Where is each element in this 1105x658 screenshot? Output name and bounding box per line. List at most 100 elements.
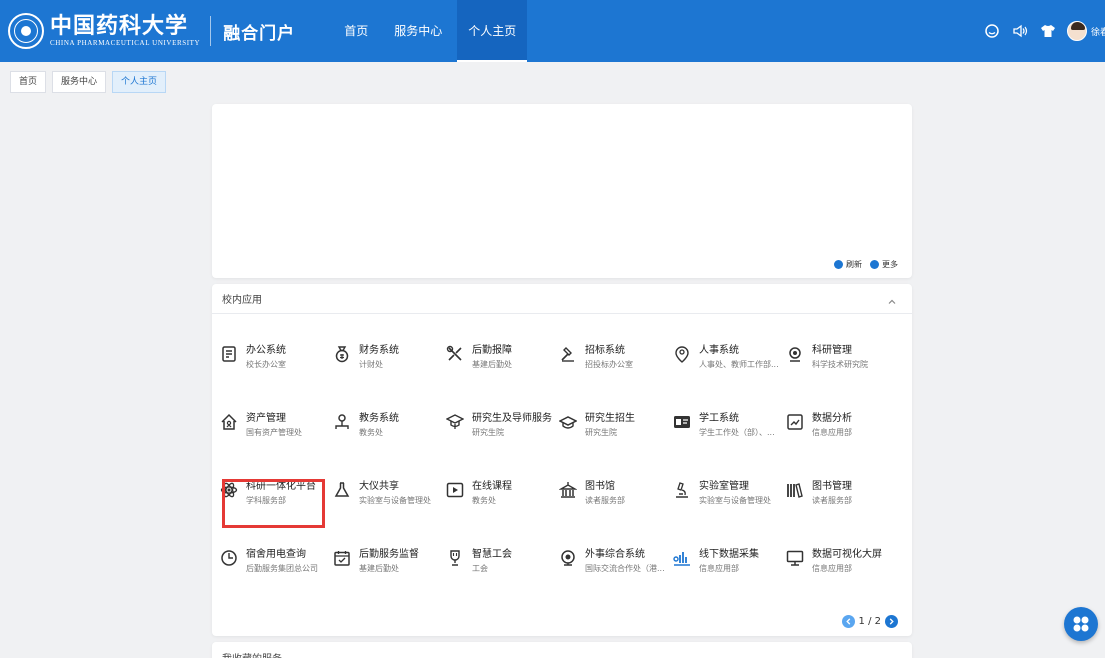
header-divider [210,16,212,46]
user-name[interactable]: 徐春 [1091,25,1105,38]
next-page-button[interactable] [885,615,898,628]
tab-personal-home[interactable]: 个人主页 [112,71,167,93]
app-name: 在线课程 [472,481,512,492]
app-department: 读者服务部 [585,496,625,505]
app-department: 实验室与设备管理处 [699,496,771,505]
app-tile[interactable]: 科研一体化平台 学科服务部 [220,480,332,514]
finance-icon [333,345,351,363]
person-pin-icon [673,345,691,363]
quick-menu-button[interactable] [1064,607,1098,641]
app-tile[interactable]: 学工系统 学生工作处（部）、... [673,412,785,446]
play-icon [446,481,464,499]
app-tile[interactable]: 线下数据采集 信息应用部 [673,548,785,582]
speaker-icon[interactable] [1011,22,1029,40]
app-name: 大仪共享 [359,481,399,492]
app-name: 财务系统 [359,345,399,356]
data-collect-icon [673,549,691,567]
app-name: 线下数据采集 [699,549,759,560]
chat-icon[interactable] [983,22,1001,40]
app-tile[interactable]: 科研管理科学技术研究院 [786,344,898,378]
app-tile[interactable]: 资产管理 国有资产管理处 [220,412,332,446]
favorite-services-title: 我收藏的服务 [212,642,912,658]
app-department: 科学技术研究院 [812,360,868,369]
microscope-icon [673,481,691,499]
refresh-icon [834,260,843,269]
app-tile[interactable]: 后勤报障 基建后勤处 [446,344,558,378]
nav-personal-home[interactable]: 个人主页 [457,0,528,62]
app-name: 学工系统 [699,413,739,424]
app-name: 后勤报障 [472,345,512,356]
org-icon [333,413,351,431]
app-tile[interactable]: 研究生及导师服务 研究生院 [445,412,558,446]
app-name: 外事综合系统 [585,549,645,560]
app-name: 宿舍用电查询 [246,549,306,560]
books-icon [786,481,804,499]
refresh-link[interactable]: 刷新 [834,259,862,270]
monitor-icon [786,549,804,567]
app-department: 招投标办公室 [585,360,633,369]
logo-english-name: CHINA PHARMACEUTICAL UNIVERSITY [50,39,201,47]
app-tile[interactable]: 智慧工会 工会 [446,548,558,582]
app-tile[interactable]: 实验室管理实验室与设备管理处 [673,480,785,514]
nav-home[interactable]: 首页 [333,0,379,62]
app-tile[interactable]: 图书管理 读者服务部 [786,480,898,514]
id-card-icon [673,413,691,431]
app-department: 人事处、教师工作部... [699,360,779,369]
university-logo[interactable]: 中国药科大学 CHINA PHARMACEUTICAL UNIVERSITY [8,13,200,49]
app-department: 研究生院 [472,428,504,437]
house-icon [220,413,238,431]
app-tile[interactable]: 数据可视化大屏 信息应用部 [786,548,898,582]
app-tile[interactable]: 数据分析 信息应用部 [786,412,898,446]
app-tile[interactable]: 办公系统 校长办公室 [220,344,332,378]
app-tile[interactable]: 后勤服务监督 基建后勤处 [333,548,445,582]
nav-service-center[interactable]: 服务中心 [383,0,453,62]
app-tile[interactable]: 招标系统招投标办公室 [559,344,671,378]
apps-grid-icon [1073,616,1089,632]
app-name: 资产管理 [246,413,286,424]
app-tile[interactable]: 宿舍用电查询后勤服务集团总公司 [220,548,332,582]
top-widget-panel: 刷新 更多 [212,104,912,278]
top-header: 中国药科大学 CHINA PHARMACEUTICAL UNIVERSITY 融… [0,0,1105,62]
chevron-up-icon[interactable] [886,293,898,305]
globe-icon [559,549,577,567]
header-toolbar: 徐春 [973,0,1105,62]
cap-icon [558,413,578,431]
app-tile[interactable]: 外事综合系统 国际交流合作处（港... [559,548,671,582]
app-name: 招标系统 [585,345,625,356]
panel-header: 校内应用 [212,284,912,314]
more-icon [870,260,879,269]
app-tile[interactable]: 研究生招生 研究生院 [558,412,671,446]
app-tile[interactable]: 教务系统 教务处 [333,412,445,446]
app-name: 人事系统 [699,345,739,356]
shirt-icon[interactable] [1039,22,1057,40]
app-name: 实验室管理 [699,481,749,492]
app-department: 后勤服务集团总公司 [246,564,318,573]
app-tile[interactable]: 财务系统 计财处 [333,344,445,378]
user-avatar[interactable] [1067,21,1087,41]
page-indicator: 1 / 2 [858,616,881,627]
app-name: 科研管理 [812,345,852,356]
app-department: 信息应用部 [699,564,739,573]
app-tile[interactable]: 在线课程 教务处 [446,480,558,514]
app-name: 图书馆 [585,481,615,492]
app-name: 后勤服务监督 [359,549,419,560]
calendar-check-icon [333,549,351,567]
chart-icon [786,413,804,431]
tab-service-center[interactable]: 服务中心 [52,71,107,93]
more-link[interactable]: 更多 [870,259,898,270]
app-name: 研究生及导师服务 [472,413,552,424]
app-name: 办公系统 [246,345,286,356]
app-department: 基建后勤处 [359,564,399,573]
app-tile[interactable]: 人事系统人事处、教师工作部... [673,344,785,378]
app-tile[interactable]: 大仪共享实验室与设备管理处 [333,480,445,514]
app-department: 工会 [472,564,488,573]
app-tile[interactable]: 图书馆 读者服务部 [558,480,671,514]
page-tabs: 首页 服务中心 个人主页 [0,62,1105,102]
app-department: 实验室与设备管理处 [359,496,431,505]
app-name: 智慧工会 [472,549,512,560]
prev-page-button[interactable] [841,615,855,628]
app-name: 科研一体化平台 [246,481,316,492]
library-icon [558,481,578,499]
gavel-icon [559,345,577,363]
tab-home[interactable]: 首页 [10,71,47,93]
